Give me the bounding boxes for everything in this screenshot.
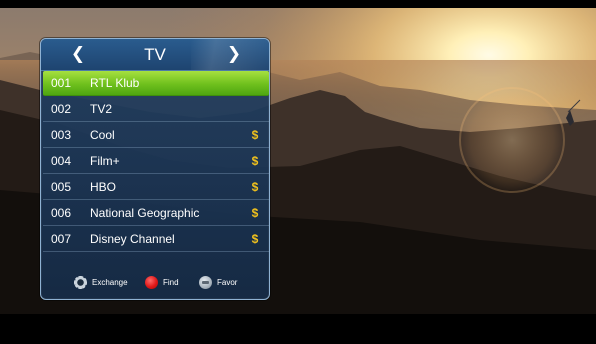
find-label: Find <box>163 278 179 287</box>
channel-number: 006 <box>51 206 72 220</box>
channel-row[interactable]: 003 Cool $ <box>43 123 269 148</box>
channel-name: RTL Klub <box>90 76 140 90</box>
channel-number: 002 <box>51 102 72 116</box>
pay-channel-icon <box>249 71 261 96</box>
channel-name: National Geographic <box>90 206 200 220</box>
red-key-icon <box>145 276 158 289</box>
exchange-key-icon <box>74 276 87 289</box>
pay-channel-icon: $ <box>251 232 259 246</box>
channel-number: 003 <box>51 128 72 142</box>
channel-row[interactable]: 002 TV2 <box>43 97 269 122</box>
channel-name: Cool <box>90 128 115 142</box>
favor-label: Favor <box>217 278 238 287</box>
channel-row[interactable]: 005 HBO $ <box>43 175 269 200</box>
letterbox-top <box>0 0 596 8</box>
channel-number: 001 <box>51 76 72 90</box>
exchange-label: Exchange <box>92 278 128 287</box>
pay-channel-icon: $ <box>251 180 259 194</box>
letterbox-bottom <box>0 314 596 344</box>
favor-hint[interactable]: Favor <box>199 274 259 292</box>
key-hint-bar: Exchange Find Favor <box>41 269 269 297</box>
chevron-right-icon[interactable]: ❯ <box>223 42 245 66</box>
channel-number: 007 <box>51 232 72 246</box>
channel-number: 004 <box>51 154 72 168</box>
panel-title: TV <box>144 45 166 64</box>
find-hint[interactable]: Find <box>145 274 195 292</box>
channel-number: 005 <box>51 180 72 194</box>
channel-name: Disney Channel <box>90 232 175 246</box>
channel-name: TV2 <box>90 102 113 116</box>
panel-header: ❮ TV ❯ <box>41 39 269 71</box>
pay-channel-icon: $ <box>251 206 259 220</box>
channel-row[interactable]: 006 National Geographic $ <box>43 201 269 226</box>
channel-name: HBO <box>90 180 117 194</box>
channel-name: Film+ <box>90 154 120 168</box>
channel-row[interactable]: 004 Film+ $ <box>43 149 269 174</box>
chevron-left-icon[interactable]: ❮ <box>67 42 89 66</box>
channel-row[interactable]: 007 Disney Channel $ <box>43 227 269 252</box>
tv-screen: ❮ TV ❯ 001 RTL Klub 002 TV2 003 Cool $ 0… <box>0 0 596 344</box>
channel-list-panel: ❮ TV ❯ 001 RTL Klub 002 TV2 003 Cool $ 0… <box>40 38 270 300</box>
channel-row[interactable]: 001 RTL Klub <box>43 71 269 96</box>
pay-channel-icon <box>249 97 261 122</box>
channel-list: 001 RTL Klub 002 TV2 003 Cool $ 004 Film… <box>43 71 269 253</box>
pay-channel-icon: $ <box>251 128 259 142</box>
favor-key-icon <box>199 276 212 289</box>
pay-channel-icon: $ <box>251 154 259 168</box>
